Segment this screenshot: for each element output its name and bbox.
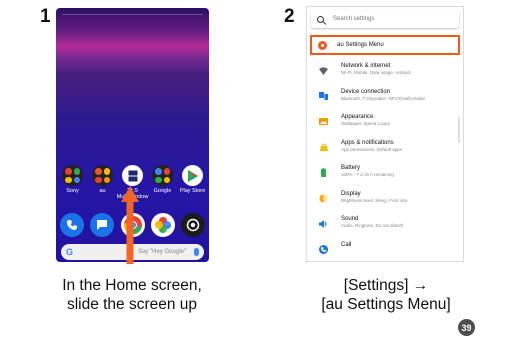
settings-item-title: Call: [341, 241, 352, 248]
settings-item-subtitle: Wallpaper, Xperia Loops: [341, 121, 390, 126]
search-icon: [317, 15, 324, 23]
au-settings-menu-label: au Settings Menu: [337, 42, 384, 48]
settings-item-title: Display: [341, 190, 361, 197]
settings-item-title: Device connection: [341, 88, 391, 95]
wifi-icon: [319, 66, 328, 75]
google-logo-icon: G: [66, 247, 74, 257]
photos-icon[interactable]: [150, 213, 175, 237]
caption-line: slide the screen up: [66, 296, 198, 313]
settings-item-sound[interactable]: Sound Audio, Ringtone, Do not disturb: [307, 216, 463, 242]
settings-item-appearance[interactable]: Appearance Wallpaper, Xperia Loops: [307, 114, 463, 140]
settings-item-title: Battery: [341, 165, 361, 171]
multi-window-icon: [122, 165, 143, 186]
caption-line: [au Settings Menu]: [321, 296, 451, 313]
settings-item-subtitle: App permissions, Default apps: [341, 146, 403, 152]
display-icon: [319, 194, 328, 203]
camera-icon[interactable]: [181, 213, 205, 237]
settings-item-subtitle: Bluetooth, TV/Speaker, NFC/Osaifu-Keitai: [341, 95, 425, 101]
call-icon: [319, 244, 328, 254]
phone-icon[interactable]: [60, 213, 84, 237]
play-store-icon: [182, 165, 203, 186]
status-bar: [62, 14, 203, 17]
app-google[interactable]: Google: [148, 165, 177, 200]
au-icon: [318, 40, 327, 50]
settings-list: Network & internet Wi-Fi, Mobile, Data u…: [307, 63, 463, 262]
scrollbar[interactable]: [458, 117, 460, 143]
settings-item-device-connection[interactable]: Device connection Bluetooth, TV/Speaker,…: [307, 89, 463, 115]
page-number-badge: 39: [458, 319, 475, 336]
step-2-caption: [Settings] → [au Settings Menu]: [268, 276, 504, 314]
settings-item-subtitle: 100% - 7 d 15 h remaining: [341, 172, 394, 177]
settings-item-apps[interactable]: Apps & notifications App permissions, De…: [307, 140, 463, 166]
settings-search-bar[interactable]: Search settings: [311, 10, 459, 28]
settings-item-battery[interactable]: Battery 100% - 7 d 15 h remaining: [307, 165, 463, 191]
swipe-up-arrow-icon: [121, 186, 139, 264]
app-sony[interactable]: Sony: [58, 165, 87, 200]
settings-item-subtitle: Brightness level, Sleep, Font size: [341, 197, 408, 203]
mic-icon[interactable]: [194, 248, 199, 256]
search-placeholder: Say "Hey Google": [138, 249, 186, 255]
settings-search-placeholder: Search settings: [333, 16, 375, 22]
app-au[interactable]: au: [88, 165, 117, 200]
step-1-number: 1: [40, 6, 51, 27]
messages-icon[interactable]: [90, 213, 115, 237]
caption-line: [Settings] →: [343, 277, 429, 294]
settings-item-subtitle: Wi-Fi, Mobile, Data usage, Hotspot: [341, 70, 411, 75]
sound-icon: [319, 219, 328, 228]
settings-item-network[interactable]: Network & internet Wi-Fi, Mobile, Data u…: [307, 63, 463, 89]
settings-item-subtitle: Audio, Ringtone, Do not disturb: [341, 223, 404, 228]
caption-line: In the Home screen,: [62, 277, 202, 294]
settings-item-display[interactable]: Display Brightness level, Sleep, Font si…: [307, 191, 463, 217]
battery-icon: [319, 168, 328, 177]
device-icon: [319, 92, 328, 101]
au-folder-icon: [92, 165, 113, 186]
app-play-store[interactable]: Play Store: [178, 165, 207, 200]
appearance-icon: [319, 117, 328, 126]
step-1-caption: In the Home screen, slide the screen up: [10, 276, 254, 314]
settings-item-title: Sound: [341, 216, 359, 222]
au-settings-menu-item[interactable]: au Settings Menu: [310, 35, 460, 55]
app-label: Sony: [66, 188, 79, 194]
app-label: au: [99, 188, 106, 194]
app-label: Play Store: [179, 188, 206, 194]
settings-item-title: Appearance: [341, 114, 374, 120]
settings-item-call[interactable]: Call: [307, 241, 463, 262]
step-2-number: 2: [284, 6, 295, 27]
settings-item-title: Apps & notifications: [341, 139, 394, 146]
apps-icon: [319, 143, 328, 152]
sony-folder-icon: [62, 165, 83, 186]
app-label: Google: [153, 188, 172, 194]
settings-item-title: Network & internet: [341, 63, 391, 69]
google-folder-icon: [152, 165, 173, 186]
settings-screen: Search settings au Settings Menu Network…: [306, 6, 464, 262]
